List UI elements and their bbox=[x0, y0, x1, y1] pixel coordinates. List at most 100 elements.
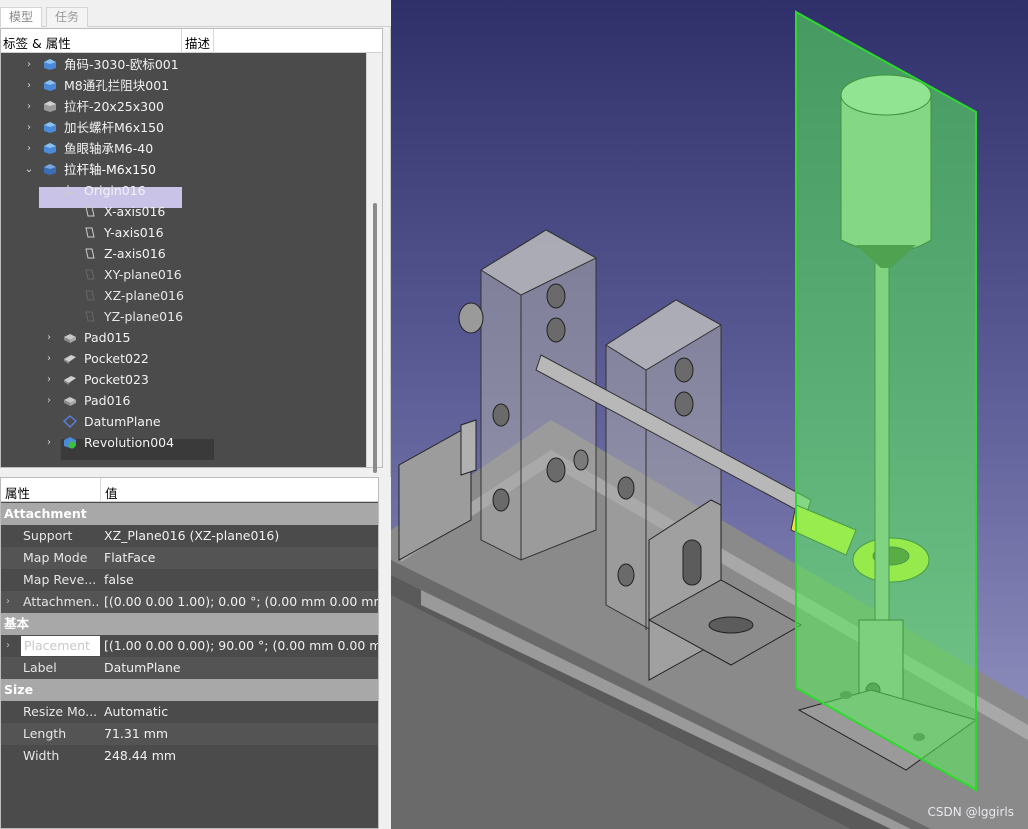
tab-task[interactable]: 任务 bbox=[46, 7, 89, 27]
scrollbar-thumb[interactable] bbox=[373, 203, 377, 473]
tree-item[interactable]: ⌄ 拉杆轴-M6x150 bbox=[1, 159, 366, 180]
tree-item-label: 角码-3030-欧标001 bbox=[64, 57, 179, 72]
property-value[interactable]: Automatic bbox=[104, 701, 378, 723]
tree-item[interactable]: › Pocket023 bbox=[1, 369, 366, 390]
expand-arrow-icon[interactable]: › bbox=[24, 117, 34, 138]
tree-item-label: Y-axis016 bbox=[104, 225, 164, 240]
property-row-label[interactable]: Label DatumPlane bbox=[1, 657, 378, 679]
expand-arrow-icon[interactable]: › bbox=[24, 75, 34, 96]
expand-arrow-icon[interactable]: › bbox=[44, 390, 54, 411]
tree-scrollbar[interactable] bbox=[366, 53, 382, 473]
tree-item-label: 拉杆轴-M6x150 bbox=[64, 162, 157, 177]
collapse-arrow-icon[interactable]: ⌄ bbox=[44, 180, 54, 201]
property-row-resize-mode[interactable]: Resize Mo... Automatic bbox=[1, 701, 378, 723]
pocket-icon bbox=[64, 376, 76, 385]
property-editor: 属性 值 Attachment Support XZ_Plane016 (XZ-… bbox=[0, 477, 379, 829]
3d-viewport[interactable]: CSDN @lggirls bbox=[391, 0, 1028, 829]
block-1-hole bbox=[573, 449, 589, 471]
tree-item[interactable]: › 拉杆-20x25x300 bbox=[1, 96, 366, 117]
expand-arrow-icon[interactable]: › bbox=[44, 348, 54, 369]
axis-icon bbox=[85, 248, 95, 259]
tree-item[interactable]: › Pad016 bbox=[1, 390, 366, 411]
value-column-header[interactable]: 值 bbox=[105, 483, 118, 502]
tree-item[interactable]: X-axis016 bbox=[1, 201, 366, 222]
expand-arrow-icon[interactable]: › bbox=[24, 96, 34, 117]
freecad-window: 模型 任务 标签 & 属性 描述 › 角码-3030-欧标001 › M8通孔拦… bbox=[0, 0, 1028, 829]
property-key: Resize Mo... bbox=[23, 704, 98, 719]
property-scrollbar[interactable] bbox=[379, 477, 391, 829]
model-tree: 标签 & 属性 描述 › 角码-3030-欧标001 › M8通孔拦阻块001 … bbox=[0, 28, 383, 473]
property-value[interactable]: [(1.00 0.00 0.00); 90.00 °; (0.00 mm 0.0… bbox=[104, 635, 378, 657]
property-row-length[interactable]: Length 71.31 mm bbox=[1, 723, 378, 745]
tree-item[interactable]: ⌄ Origin016 bbox=[1, 180, 366, 201]
property-row-map-reversed[interactable]: Map Reve... false bbox=[1, 569, 378, 591]
property-value[interactable]: XZ_Plane016 (XZ-plane016) bbox=[104, 525, 378, 547]
datum-plane[interactable] bbox=[795, 10, 977, 792]
tree-header-labels[interactable]: 标签 & 属性 bbox=[3, 33, 71, 52]
tree-item[interactable]: YZ-plane016 bbox=[1, 306, 366, 327]
expand-arrow-icon[interactable]: › bbox=[44, 432, 54, 453]
property-key: Map Mode bbox=[23, 550, 88, 565]
tree-item-label: Z-axis016 bbox=[104, 246, 166, 261]
expand-arrow-icon[interactable]: › bbox=[24, 54, 34, 75]
tree-item-label: Pocket022 bbox=[84, 351, 149, 366]
property-value[interactable]: [(0.00 0.00 1.00); 0.00 °; (0.00 mm 0.00… bbox=[104, 591, 378, 613]
block-1-hole bbox=[492, 403, 510, 427]
block-2-hole bbox=[674, 357, 694, 383]
combo-view-panel: 模型 任务 标签 & 属性 描述 › 角码-3030-欧标001 › M8通孔拦… bbox=[0, 0, 391, 829]
tree-item[interactable]: › 角码-3030-欧标001 bbox=[1, 54, 366, 75]
plane-icon bbox=[85, 290, 95, 301]
tree-item[interactable]: XY-plane016 bbox=[1, 264, 366, 285]
revolution-icon bbox=[64, 437, 76, 449]
tree-item-label: DatumPlane bbox=[84, 414, 161, 429]
combo-tabs: 模型 任务 bbox=[0, 0, 391, 27]
property-column-header[interactable]: 属性 bbox=[5, 483, 30, 502]
property-row-map-mode[interactable]: Map Mode FlatFace bbox=[1, 547, 378, 569]
property-key: Label bbox=[23, 660, 57, 675]
tree-item[interactable]: › 鱼眼轴承M6-40 bbox=[1, 138, 366, 159]
tree-item[interactable]: › 加长螺杆M6x150 bbox=[1, 117, 366, 138]
property-row-attachment-offset[interactable]: › Attachmen... [(0.00 0.00 1.00); 0.00 °… bbox=[1, 591, 378, 613]
plane-icon bbox=[85, 311, 95, 322]
property-value[interactable]: false bbox=[104, 569, 378, 591]
datum-plane-icon bbox=[63, 415, 77, 428]
property-group-base[interactable]: 基本 bbox=[1, 613, 378, 635]
expand-arrow-icon[interactable]: › bbox=[44, 369, 54, 390]
bolt-head bbox=[458, 302, 484, 334]
tree-item[interactable]: XZ-plane016 bbox=[1, 285, 366, 306]
property-key-editing[interactable]: Placement bbox=[21, 636, 100, 656]
property-row-width[interactable]: Width 248.44 mm bbox=[1, 745, 378, 767]
body-icon bbox=[44, 164, 56, 175]
expand-arrow-icon[interactable]: › bbox=[24, 138, 34, 159]
property-row-placement[interactable]: › Placement [(1.00 0.00 0.00); 90.00 °; … bbox=[1, 635, 378, 657]
property-value[interactable]: 248.44 mm bbox=[104, 745, 378, 767]
property-value[interactable]: DatumPlane bbox=[104, 657, 378, 679]
3d-model-scene bbox=[391, 10, 1028, 829]
tree-item-label: Pad015 bbox=[84, 330, 131, 345]
collapse-arrow-icon[interactable]: ⌄ bbox=[24, 159, 34, 180]
property-value[interactable]: FlatFace bbox=[104, 547, 378, 569]
tree-item[interactable]: › Pocket022 bbox=[1, 348, 366, 369]
tree-item-label: XZ-plane016 bbox=[104, 288, 184, 303]
tree-item[interactable]: Z-axis016 bbox=[1, 243, 366, 264]
expand-arrow-icon[interactable]: › bbox=[44, 327, 54, 348]
block-2-hole bbox=[617, 476, 635, 500]
tree-header-description[interactable]: 描述 bbox=[185, 33, 210, 52]
header-divider bbox=[100, 478, 101, 502]
pocket-icon bbox=[64, 355, 76, 364]
expand-arrow-icon[interactable]: › bbox=[6, 591, 10, 613]
block-2-hole bbox=[617, 563, 635, 587]
property-row-support[interactable]: Support XZ_Plane016 (XZ-plane016) bbox=[1, 525, 378, 547]
tree-item[interactable]: › M8通孔拦阻块001 bbox=[1, 75, 366, 96]
property-group-size[interactable]: Size bbox=[1, 679, 378, 701]
tree-item[interactable]: Y-axis016 bbox=[1, 222, 366, 243]
property-group-attachment[interactable]: Attachment bbox=[1, 503, 378, 525]
property-key: Length bbox=[23, 726, 67, 741]
tree-item[interactable]: › Revolution004 bbox=[1, 432, 366, 453]
expand-arrow-icon[interactable]: › bbox=[6, 635, 10, 657]
tree-item[interactable]: › Pad015 bbox=[1, 327, 366, 348]
tab-model[interactable]: 模型 bbox=[0, 7, 43, 27]
property-value[interactable]: 71.31 mm bbox=[104, 723, 378, 745]
tree-item-datumplane[interactable]: DatumPlane bbox=[1, 411, 366, 432]
tree-item-label: 加长螺杆M6x150 bbox=[64, 120, 164, 135]
